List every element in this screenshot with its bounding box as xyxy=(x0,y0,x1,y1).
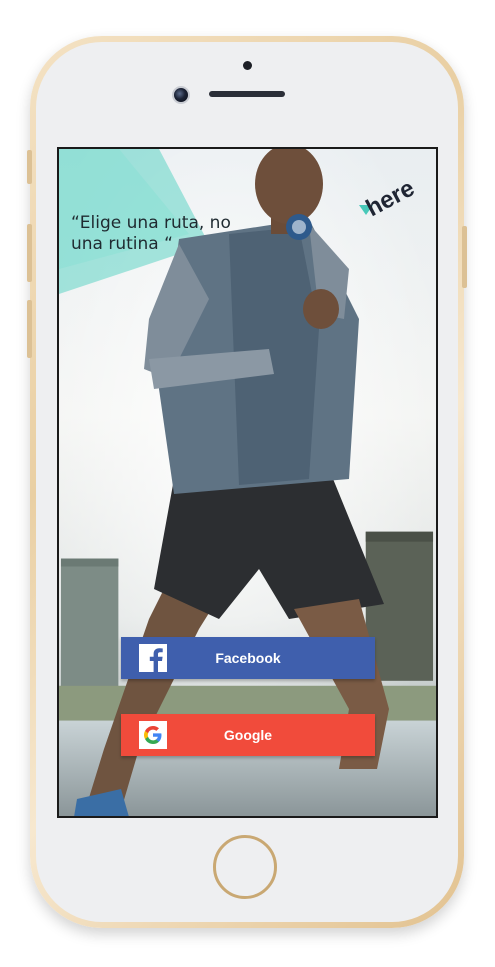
home-button[interactable] xyxy=(213,835,277,899)
front-camera xyxy=(172,86,190,104)
earpiece-speaker xyxy=(209,91,285,97)
mute-switch xyxy=(27,150,32,184)
tagline-quote: “Elige una ruta, no una rutina “ xyxy=(71,213,231,254)
proximity-sensor xyxy=(243,61,252,70)
logo-text: here xyxy=(362,179,419,222)
app-screen: “Elige una ruta, no una rutina “ here Fa… xyxy=(57,147,438,818)
google-login-button[interactable]: Google xyxy=(121,714,375,756)
here-logo-icon: here xyxy=(359,179,419,222)
facebook-icon xyxy=(139,644,167,672)
facebook-login-button[interactable]: Facebook xyxy=(121,637,375,679)
power-button xyxy=(462,226,467,288)
google-icon xyxy=(139,721,167,749)
volume-up-button xyxy=(27,224,32,282)
volume-down-button xyxy=(27,300,32,358)
